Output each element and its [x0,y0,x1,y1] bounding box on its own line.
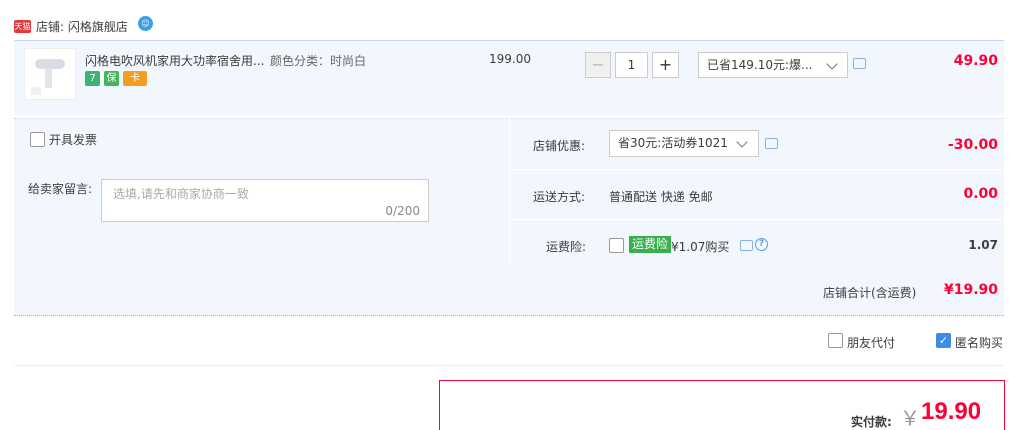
credit-card-icon[interactable]: 卡 [123,71,147,86]
divider [510,169,1004,170]
quantity-input[interactable]: 1 [615,52,648,78]
wangwang-chat-icon[interactable]: ☺ [138,16,153,31]
quantity-decrease-button[interactable]: − [585,52,611,78]
divider [509,118,510,266]
shop-coupon-select[interactable]: 省30元:活动券1021 [609,130,759,157]
shipping-fee: 0.00 [963,186,998,202]
shop-discount-amount: -30.00 [947,137,998,153]
anonymous-purchase-label[interactable]: 匿名购买 [955,334,1003,351]
seller-message-placeholder: 选填,请先和商家协商一致 [113,187,249,201]
product-thumbnail[interactable] [24,48,76,100]
shipping-insurance-label: 运费险: [546,240,587,254]
invoice-label[interactable]: 开具发票 [49,131,97,148]
shipping-label: 运送方式: [533,190,586,204]
guarantee-icon[interactable]: 保 [104,71,119,86]
shipping-insurance-amount: 1.07 [968,238,998,252]
shop-discount-label: 店铺优惠: [533,139,586,153]
invoice-checkbox[interactable] [30,132,45,147]
quantity-increase-button[interactable]: + [652,52,679,78]
shop-total-amount: ¥19.90 [943,282,998,298]
seven-day-return-icon[interactable]: 7 [85,71,100,86]
tmall-logo: 天猫 [14,20,31,33]
shipping-insurance-price[interactable]: ¥1.07购买 [671,238,729,255]
message-icon[interactable] [740,240,753,251]
unit-price: 199.00 [489,52,531,66]
divider [510,219,1004,220]
shop-total-label: 店铺合计(含运费) [823,286,917,300]
seller-message-label: 给卖家留言: [28,182,93,196]
currency-symbol: ￥ [900,406,920,430]
payment-label: 实付款: [851,415,892,429]
help-icon[interactable]: ? [755,238,768,251]
message-icon[interactable] [765,138,778,149]
item-subtotal: 49.90 [953,53,998,69]
friend-pay-checkbox[interactable] [828,333,843,348]
anonymous-purchase-checkbox[interactable]: ✓ [936,333,951,348]
payment-amount: 19.90 [921,398,982,425]
product-sku: 颜色分类：时尚白 [270,54,367,68]
shipping-insurance-badge: 运费险 [629,236,672,253]
shipping-insurance-checkbox[interactable] [609,238,624,253]
shipping-method: 普通配送 快递 免邮 [609,190,713,204]
message-icon[interactable] [853,58,866,69]
message-char-count: 0/200 [385,204,420,218]
item-promotion-select[interactable]: 已省149.10元:爆... [698,52,848,78]
friend-pay-label[interactable]: 朋友代付 [847,334,895,351]
shop-name-link[interactable]: 店铺: 闪格旗舰店 [36,18,128,35]
divider [14,365,1004,366]
product-title-link[interactable]: 闪格电吹风机家用大功率宿舍用... [85,52,265,69]
